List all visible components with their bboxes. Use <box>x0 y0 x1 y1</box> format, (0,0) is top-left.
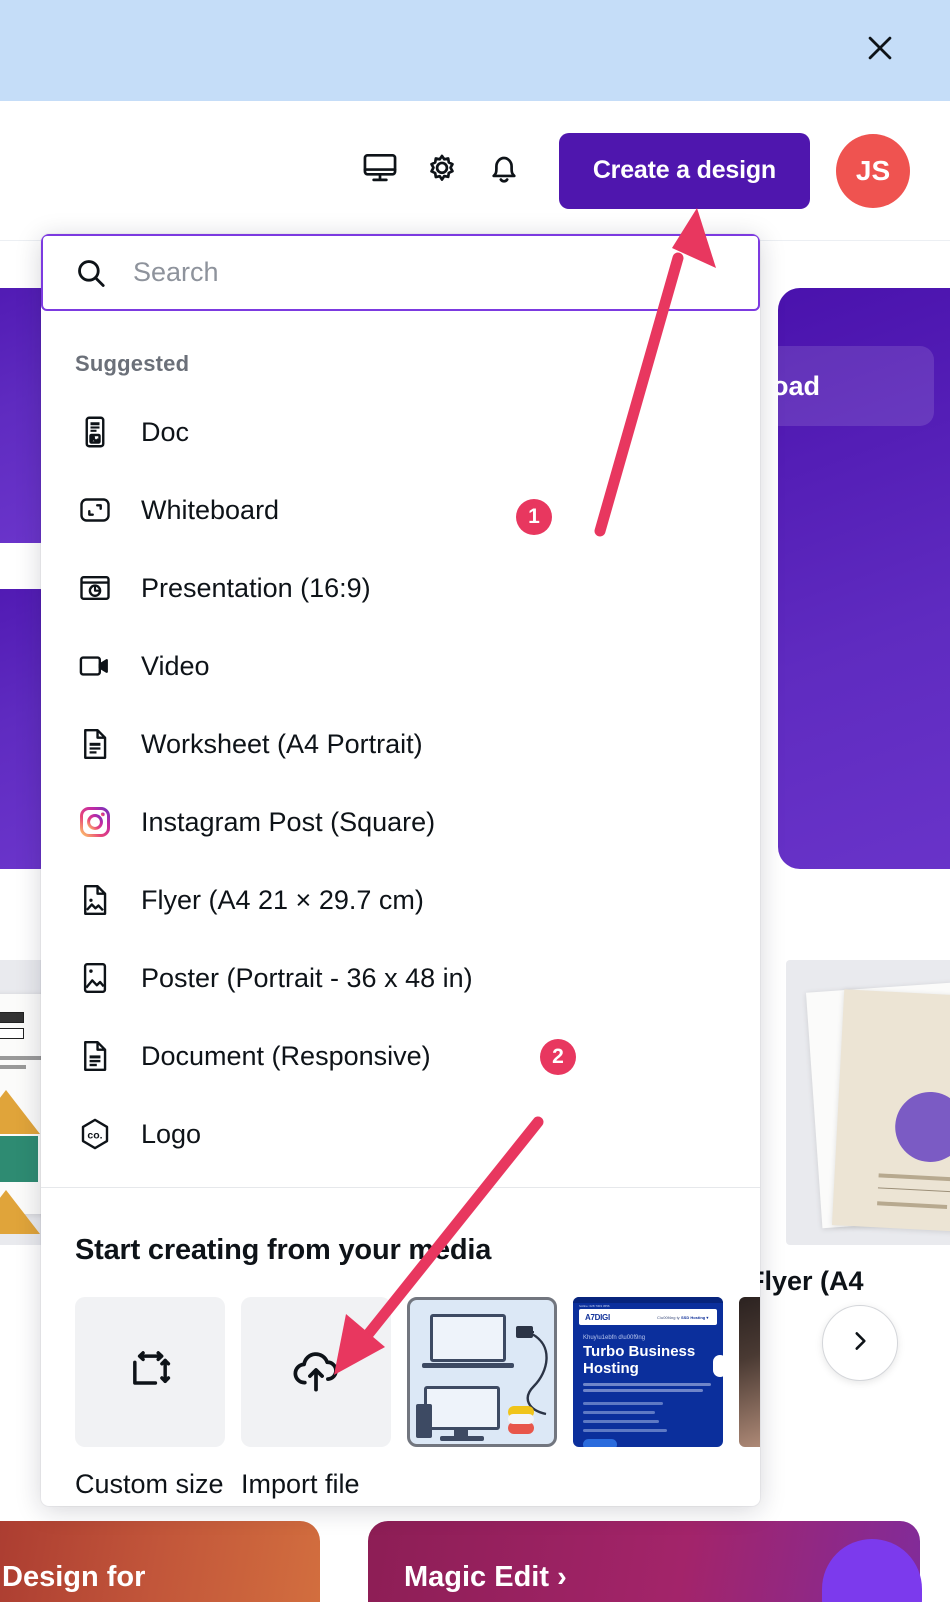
design-type-whiteboard[interactable]: Whiteboard <box>41 471 760 549</box>
worksheet-icon <box>75 724 115 764</box>
design-type-flyer[interactable]: Flyer (A4 21 × 29.7 cm) <box>41 861 760 939</box>
design-type-worksheet[interactable]: Worksheet (A4 Portrait) <box>41 705 760 783</box>
display-icon <box>361 149 399 192</box>
import-file-button[interactable] <box>241 1297 391 1447</box>
design-for-banner-text: Design for <box>2 1561 146 1593</box>
chevron-right-icon <box>847 1328 873 1359</box>
bell-icon <box>485 149 523 192</box>
media-options-row: hotline: 028 7303 4556 A7DIGI C\u00f4ng … <box>41 1267 760 1447</box>
custom-size-label: Custom size <box>75 1469 224 1499</box>
promo-upload-pill[interactable]: oad <box>754 346 934 426</box>
template-paper-front <box>831 989 950 1235</box>
annotation-marker-2: 2 <box>540 1039 576 1075</box>
design-type-document[interactable]: Document (Responsive) <box>41 1017 760 1095</box>
design-type-label: Logo <box>141 1118 202 1149</box>
close-icon <box>863 31 897 70</box>
create-design-dropdown: Search Suggested Doc Whiteboard Presenta… <box>41 234 760 1506</box>
display-button[interactable] <box>349 140 411 202</box>
cloud-upload-icon <box>288 1342 344 1403</box>
design-type-logo[interactable]: co. Logo <box>41 1095 760 1173</box>
media-thumbnail-portrait[interactable] <box>739 1297 760 1447</box>
template-thumbnail-right[interactable] <box>786 960 950 1245</box>
search-input[interactable]: Search <box>133 257 219 288</box>
import-file-label: Import file <box>241 1469 360 1499</box>
create-a-design-button[interactable]: Create a design <box>558 132 810 209</box>
design-type-label: Video <box>141 650 210 681</box>
design-type-label: Document (Responsive) <box>141 1040 431 1071</box>
design-type-list: Doc Whiteboard Presentation (16:9) Video… <box>41 393 760 1179</box>
fab-number: 2 <box>862 1597 879 1602</box>
design-type-video[interactable]: Video <box>41 627 760 705</box>
presentation-icon <box>75 568 115 608</box>
custom-size-button[interactable] <box>75 1297 225 1447</box>
whiteboard-icon <box>75 490 115 530</box>
media-thumbnail-devices[interactable] <box>407 1297 557 1447</box>
design-type-poster[interactable]: Poster (Portrait - 36 x 48 in) <box>41 939 760 1017</box>
design-type-label: Whiteboard <box>141 494 280 525</box>
design-type-presentation[interactable]: Presentation (16:9) <box>41 549 760 627</box>
design-type-instagram-post[interactable]: Instagram Post (Square) <box>41 783 760 861</box>
flyer-icon <box>75 880 115 920</box>
notifications-button[interactable] <box>473 140 535 202</box>
video-icon <box>75 646 115 686</box>
avatar[interactable]: JS <box>836 133 910 208</box>
design-type-label: Worksheet (A4 Portrait) <box>141 728 423 759</box>
background-promo-card-right: oad <box>754 288 950 869</box>
instagram-icon <box>75 802 115 842</box>
design-type-label: Flyer (A4 21 × 29.7 cm) <box>141 884 424 915</box>
app-root: duct oad eet <box>0 0 950 1602</box>
magic-edit-banner-text: Magic Edit › <box>404 1561 567 1593</box>
suggested-section-label: Suggested <box>75 351 190 376</box>
logo-icon: co. <box>75 1114 115 1154</box>
app-header: Create a design JS <box>0 101 950 241</box>
design-type-label: Instagram Post (Square) <box>141 806 436 837</box>
carousel-next-button[interactable] <box>822 1305 898 1381</box>
svg-text:co.: co. <box>87 1130 102 1142</box>
design-type-label: Presentation (16:9) <box>141 572 371 603</box>
close-banner-button[interactable] <box>858 28 902 72</box>
resize-icon <box>124 1344 176 1401</box>
media-option-labels: Custom size Import file <box>41 1447 760 1500</box>
design-for-banner[interactable]: Design for <box>0 1521 320 1602</box>
search-field[interactable]: Search <box>41 234 760 311</box>
poster-icon <box>75 958 115 998</box>
media-thumbnail-hosting-ad[interactable]: hotline: 028 7303 4556 A7DIGI C\u00f4ng … <box>573 1297 723 1447</box>
doc-icon <box>75 412 115 452</box>
search-icon <box>71 253 111 293</box>
settings-button[interactable] <box>411 140 473 202</box>
template-caption-right: Flyer (A4 <box>748 1266 864 1296</box>
media-section-title: Start creating from your media <box>75 1234 492 1266</box>
design-type-doc[interactable]: Doc <box>41 393 760 471</box>
annotation-marker-1: 1 <box>516 499 552 535</box>
top-banner <box>0 0 950 101</box>
document-icon <box>75 1036 115 1076</box>
design-type-label: Poster (Portrait - 36 x 48 in) <box>141 962 473 993</box>
design-type-label: Doc <box>141 416 190 447</box>
gear-icon <box>423 149 461 192</box>
